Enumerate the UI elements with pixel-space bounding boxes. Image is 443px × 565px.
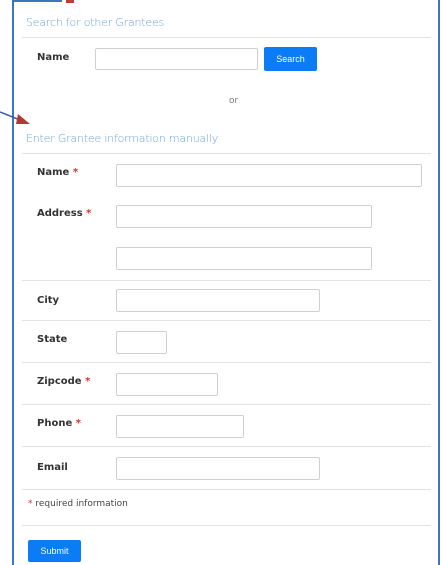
email-label: Email xyxy=(37,462,68,473)
search-name-input[interactable] xyxy=(95,48,258,70)
search-name-label: Name xyxy=(37,52,70,63)
required-asterisk: * xyxy=(72,167,79,178)
divider xyxy=(22,320,431,321)
divider xyxy=(22,489,431,490)
divider xyxy=(22,446,431,447)
divider xyxy=(22,362,431,363)
manual-section-title: Enter Grantee information manually xyxy=(26,132,219,145)
submit-button[interactable]: Submit xyxy=(28,540,81,562)
name-label: Name * xyxy=(37,167,79,178)
zipcode-label: Zipcode * xyxy=(37,376,91,387)
state-input[interactable] xyxy=(116,331,167,354)
form-frame xyxy=(12,0,440,565)
search-button[interactable]: Search xyxy=(264,47,317,71)
required-asterisk: * xyxy=(28,499,33,509)
divider xyxy=(22,404,431,405)
city-label: City xyxy=(37,295,60,306)
required-asterisk: * xyxy=(85,376,91,387)
address-label: Address * xyxy=(37,208,92,219)
city-input[interactable] xyxy=(116,289,320,312)
required-asterisk: * xyxy=(86,208,92,219)
email-input[interactable] xyxy=(116,457,320,480)
phone-label: Phone * xyxy=(37,418,81,429)
frame-top-edge xyxy=(12,0,62,2)
state-label: State xyxy=(37,334,68,345)
divider xyxy=(22,525,431,526)
search-section-title: Search for other Grantees xyxy=(26,16,165,29)
required-note: * required information xyxy=(28,499,128,509)
annotation-mark xyxy=(66,0,74,3)
or-separator: or xyxy=(229,96,239,106)
address-line2-input[interactable] xyxy=(116,247,372,270)
address-line1-input[interactable] xyxy=(116,205,372,228)
required-asterisk: * xyxy=(75,418,81,429)
divider xyxy=(22,153,431,154)
divider xyxy=(22,37,431,38)
zipcode-input[interactable] xyxy=(116,373,218,396)
phone-input[interactable] xyxy=(116,415,244,438)
divider xyxy=(22,280,431,281)
name-input[interactable] xyxy=(116,164,422,187)
annotation-arrow-icon xyxy=(0,111,30,124)
